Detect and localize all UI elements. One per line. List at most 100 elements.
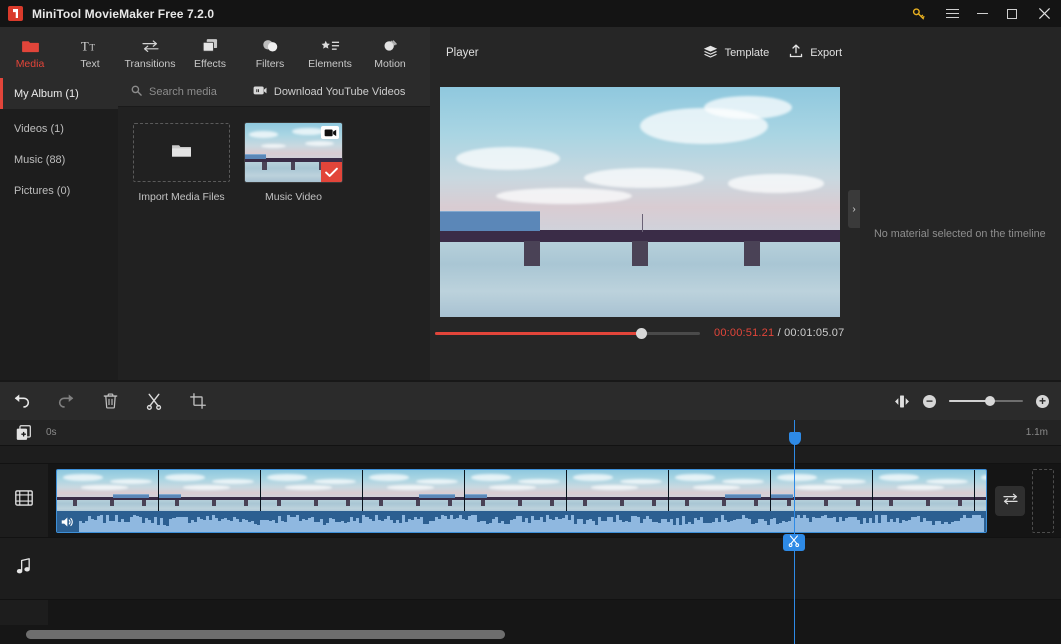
tab-transitions-label: Transitions <box>124 57 176 70</box>
import-media-cell[interactable]: Import Media Files <box>133 123 230 203</box>
preview-scene <box>440 87 840 317</box>
filmstrip-frame <box>363 470 465 513</box>
total-time: 00:01:05.07 <box>784 327 845 339</box>
clip-dropzone[interactable] <box>1032 469 1054 533</box>
split-button[interactable] <box>132 382 176 420</box>
properties-empty-message: No material selected on the timeline <box>874 228 1046 240</box>
layers-icon <box>703 45 718 61</box>
current-time: 00:00:51.21 <box>714 327 775 339</box>
tab-motion[interactable]: Motion <box>360 27 420 78</box>
music-note-icon <box>16 557 32 580</box>
player-actions: Template Export <box>703 44 842 61</box>
close-icon[interactable] <box>1027 0 1061 27</box>
tab-media-label: Media <box>15 57 45 70</box>
tab-media[interactable]: Media <box>0 27 60 78</box>
filmstrip-frame <box>261 470 363 513</box>
album-item-videos[interactable]: Videos (1) <box>0 113 118 144</box>
track-header-audio[interactable] <box>0 538 48 600</box>
filters-icon <box>262 36 279 53</box>
template-label: Template <box>724 46 770 59</box>
media-grid: Import Media Files Music Video <box>118 107 430 203</box>
minimize-icon[interactable] <box>967 0 997 27</box>
import-media-dropzone[interactable] <box>133 123 230 182</box>
scrollbar-thumb[interactable] <box>26 630 505 639</box>
album-item-music[interactable]: Music (88) <box>0 144 118 175</box>
maximize-icon[interactable] <box>997 0 1027 27</box>
timeline: 0s 1.1m <box>0 420 1061 644</box>
track-row-video[interactable] <box>48 464 1061 538</box>
tab-effects[interactable]: Effects <box>180 27 240 78</box>
transition-button[interactable] <box>995 486 1025 516</box>
redo-button[interactable] <box>44 382 88 420</box>
album-item-label: Pictures (0) <box>14 184 71 197</box>
zoom-slider-handle[interactable] <box>985 395 996 406</box>
speaker-icon[interactable] <box>60 514 76 529</box>
template-button[interactable]: Template <box>703 45 770 61</box>
add-media-icon[interactable] <box>16 425 32 446</box>
timeline-toolbar: − + <box>0 382 1061 420</box>
delete-button[interactable] <box>88 382 132 420</box>
media-item-thumbnail[interactable] <box>245 123 342 182</box>
timeline-ruler[interactable]: 0s 1.1m <box>0 420 1061 446</box>
download-youtube-button[interactable]: Download YouTube Videos <box>253 83 405 101</box>
media-item[interactable]: Music Video <box>245 123 342 203</box>
elements-icon <box>321 36 340 53</box>
chevron-right-icon: › <box>852 203 856 215</box>
tab-effects-label: Effects <box>194 57 226 70</box>
search-placeholder: Search media <box>149 86 217 98</box>
hamburger-menu-icon[interactable] <box>937 0 967 27</box>
playhead[interactable] <box>788 420 801 644</box>
checkmark-icon[interactable] <box>321 162 342 182</box>
search-icon <box>131 83 142 101</box>
timeline-scrollbar[interactable] <box>0 625 1061 644</box>
tab-transitions[interactable]: Transitions <box>120 27 180 78</box>
seek-slider[interactable] <box>435 328 700 339</box>
tab-elements-label: Elements <box>308 57 352 70</box>
window-controls <box>904 0 1061 27</box>
video-camera-icon <box>321 126 339 139</box>
svg-text:T: T <box>81 39 89 53</box>
effects-icon <box>202 36 219 53</box>
film-strip-icon <box>15 490 33 511</box>
timeline-zoom-slider[interactable] <box>949 395 1023 406</box>
window-title: MiniTool MovieMaker Free 7.2.0 <box>32 6 215 21</box>
split-badge-button[interactable] <box>783 534 805 551</box>
export-upload-icon <box>789 44 803 61</box>
crop-button[interactable] <box>176 382 220 420</box>
filmstrip-frame <box>159 470 261 513</box>
track-header-video[interactable] <box>0 464 48 538</box>
media-panel: Search media Download YouTube Videos Imp… <box>118 78 430 380</box>
playhead-handle[interactable] <box>788 432 801 445</box>
audio-waveform <box>79 515 986 532</box>
tab-elements[interactable]: Elements <box>300 27 360 78</box>
tab-text-label: Text <box>80 57 100 70</box>
panel-collapse-handle[interactable]: › <box>848 190 860 228</box>
zoom-out-button[interactable]: − <box>923 394 936 408</box>
tab-text[interactable]: TT Text <box>60 27 120 78</box>
album-item-my-album[interactable]: My Album (1) <box>0 78 118 109</box>
tab-filters-label: Filters <box>255 57 285 70</box>
video-clip[interactable] <box>56 469 987 533</box>
key-icon[interactable] <box>904 0 934 27</box>
tab-filters[interactable]: Filters <box>240 27 300 78</box>
time-separator: / <box>777 327 781 339</box>
clip-audio-strip <box>57 511 986 532</box>
seek-handle[interactable] <box>636 328 648 339</box>
export-label: Export <box>810 46 842 59</box>
transition-swap-icon <box>1002 492 1019 511</box>
track-row-audio[interactable] <box>48 538 1061 600</box>
undo-button[interactable] <box>0 382 44 420</box>
export-button[interactable]: Export <box>789 44 842 61</box>
zoom-to-fit-icon[interactable] <box>894 395 910 408</box>
svg-text:T: T <box>90 42 96 52</box>
text-icon: TT <box>81 36 99 53</box>
search-input[interactable]: Search media <box>131 83 217 101</box>
album-item-pictures[interactable]: Pictures (0) <box>0 175 118 206</box>
ribbon-tabs: Media TT Text Transitions Effects Filter… <box>0 27 430 78</box>
track-row-overlay[interactable] <box>48 446 1061 464</box>
timeline-zoom-controls: − + <box>894 394 1049 408</box>
album-sidebar: My Album (1) Videos (1) Music (88) Pictu… <box>0 78 118 380</box>
zoom-in-button[interactable]: + <box>1036 394 1049 408</box>
folder-open-icon <box>171 142 192 164</box>
video-preview[interactable] <box>440 87 840 317</box>
